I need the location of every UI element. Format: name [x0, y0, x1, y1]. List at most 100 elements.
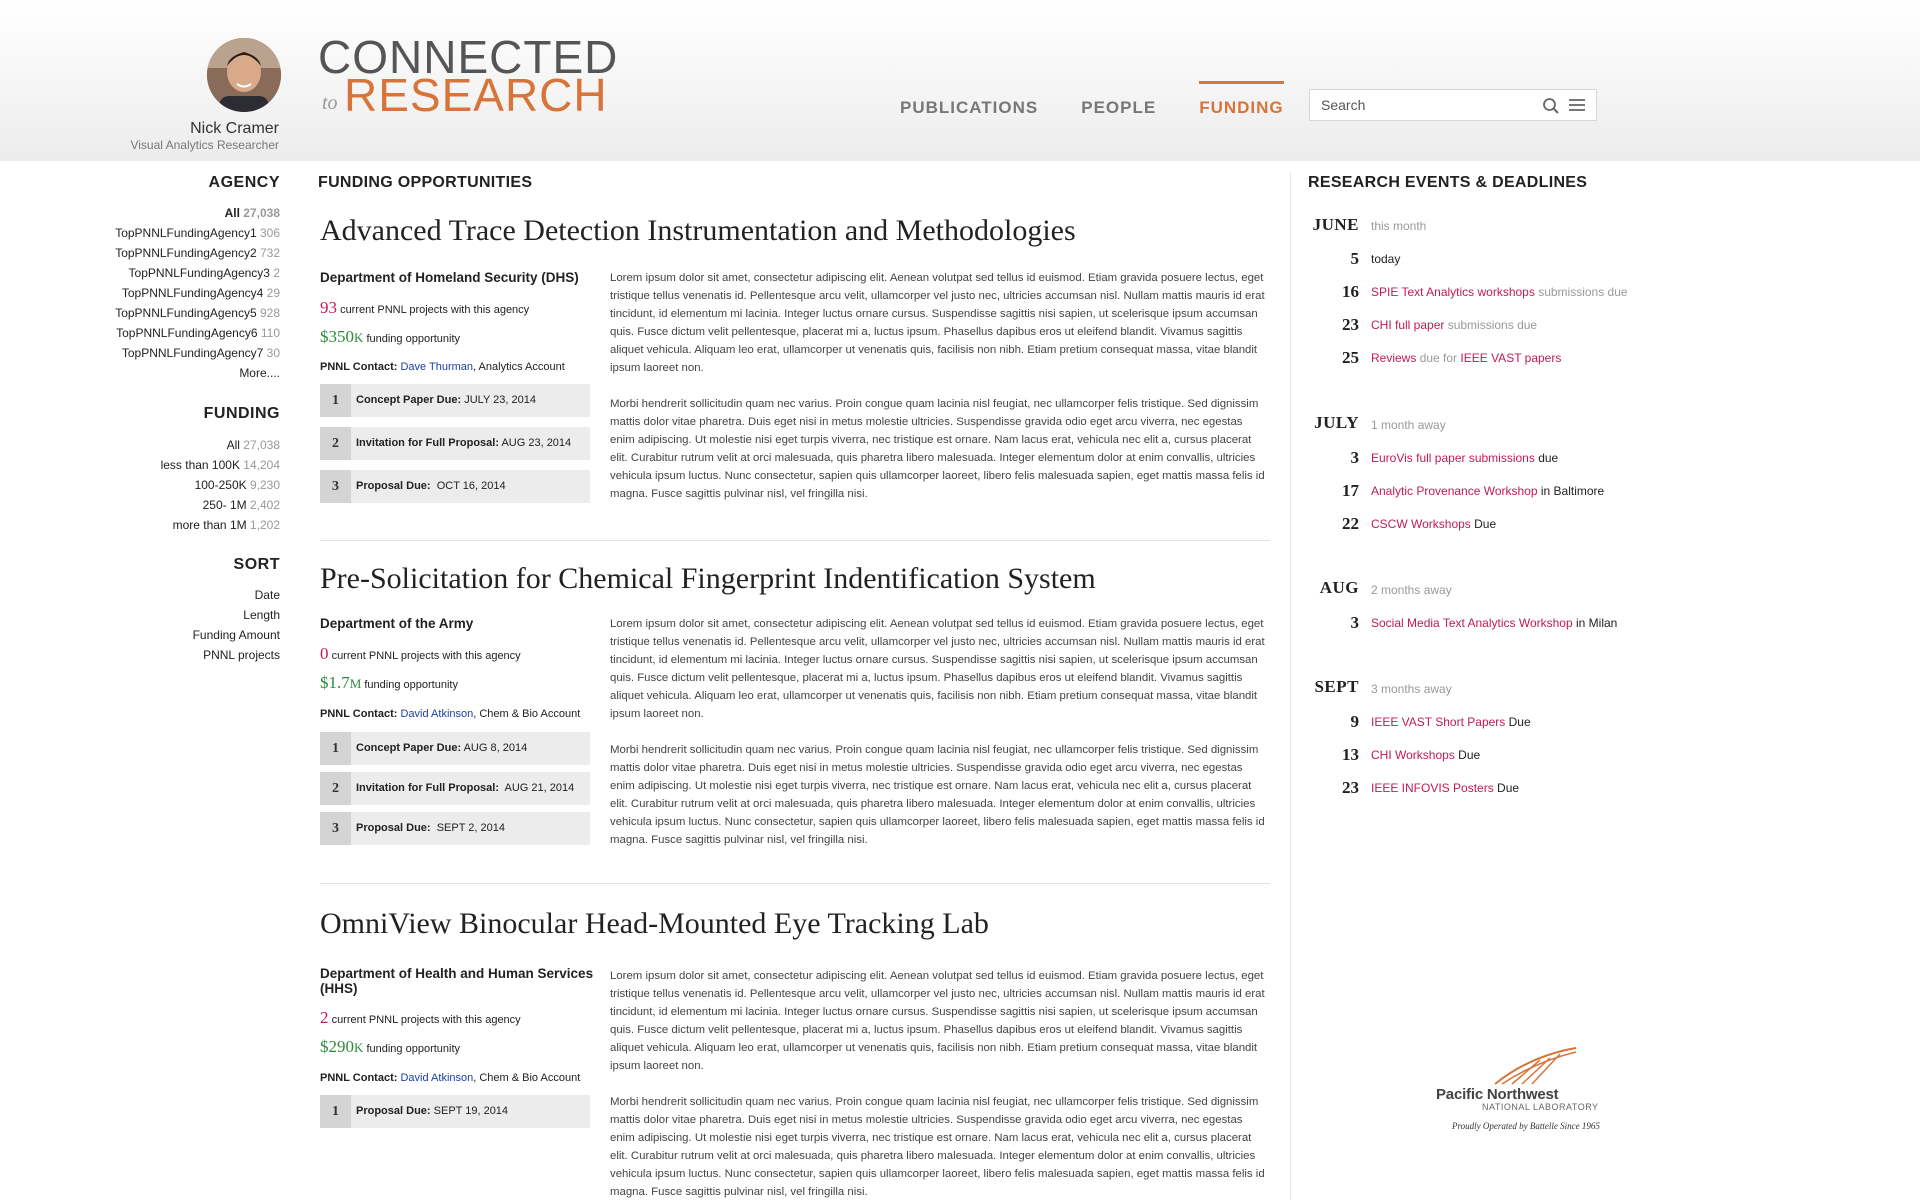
event-item[interactable]: CSCW Workshops Due: [1371, 517, 1496, 531]
contact-link[interactable]: Dave Thurman: [400, 361, 473, 373]
event-item[interactable]: EuroVis full paper submissions due: [1371, 451, 1558, 465]
opportunity-title[interactable]: OmniView Binocular Head-Mounted Eye Trac…: [320, 907, 989, 941]
month-relative: 2 months away: [1371, 583, 1452, 597]
event-item[interactable]: CHI full paper submissions due: [1371, 318, 1537, 332]
event-day: 13: [1342, 745, 1359, 764]
month-label: JULY: [1314, 413, 1359, 432]
funding-opportunities-heading: FUNDING OPPORTUNITIES: [318, 174, 533, 191]
column-divider: [1290, 173, 1291, 1200]
nav-publications[interactable]: PUBLICATIONS: [900, 96, 1038, 118]
agency-filter-item[interactable]: TopPNNLFundingAgency6 110: [116, 326, 280, 340]
opportunity-description: Morbi hendrerit sollicitudin quam nec va…: [610, 1096, 1265, 1198]
month-label: AUG: [1319, 578, 1359, 597]
search-icon[interactable]: [1542, 97, 1560, 120]
search-input[interactable]: [1319, 96, 1523, 114]
agency-filter-item[interactable]: All 27,038: [225, 206, 280, 220]
opportunity-card: Advanced Trace Detection Instrumentation…: [320, 214, 1270, 534]
event-item[interactable]: SPIE Text Analytics workshops submission…: [1371, 285, 1628, 299]
deadline-step: 1 Proposal Due: SEPT 19, 2014: [320, 1095, 590, 1128]
agency-filter-item[interactable]: TopPNNLFundingAgency1 306: [115, 226, 280, 240]
month-label: SEPT: [1314, 677, 1359, 696]
pnnl-mark-icon: [1494, 1047, 1577, 1085]
menu-icon[interactable]: [1569, 98, 1585, 117]
month-relative: 1 month away: [1371, 418, 1446, 432]
pnnl-projects-stat: 93 current PNNL projects with this agenc…: [320, 298, 530, 317]
event-day: 25: [1342, 348, 1359, 367]
nav-funding[interactable]: FUNDING: [1199, 81, 1285, 118]
event-day: 23: [1342, 315, 1359, 334]
sort-heading: SORT: [233, 556, 280, 573]
agency-more-link[interactable]: More....: [239, 366, 280, 380]
pnnl-contact: PNNL Contact: David Atkinson, Chem & Bio…: [320, 1072, 581, 1084]
event-day: 22: [1342, 514, 1359, 533]
month-label: JUNE: [1312, 215, 1359, 234]
funding-amount-stat: $1.7M funding opportunity: [320, 673, 458, 692]
nav-people[interactable]: PEOPLE: [1081, 96, 1156, 118]
funding-filter-item[interactable]: more than 1M 1,202: [173, 518, 280, 532]
opportunity-card: OmniView Binocular Head-Mounted Eye Trac…: [320, 907, 1270, 1200]
funding-heading: FUNDING: [203, 405, 280, 422]
agency-filter-item[interactable]: TopPNNLFundingAgency5 928: [115, 306, 280, 320]
sort-option-pnnl-projects[interactable]: PNNL projects: [203, 648, 280, 662]
month-relative: this month: [1371, 219, 1427, 233]
event-day: 3: [1350, 448, 1360, 467]
pnnl-projects-stat: 0 current PNNL projects with this agency: [320, 644, 521, 663]
funding-filter-item[interactable]: less than 100K 14,204: [161, 458, 280, 472]
event-item[interactable]: today: [1371, 252, 1400, 266]
contact-link[interactable]: David Atkinson: [400, 708, 473, 720]
user-title: Visual Analytics Researcher: [130, 138, 279, 152]
deadline-step: 3 Proposal Due: SEPT 2, 2014: [320, 812, 590, 845]
filter-sidebar: AGENCY All 27,038 TopPNNLFundingAgency1 …: [0, 161, 280, 681]
contact-link[interactable]: David Atkinson: [400, 1072, 473, 1084]
logo-to: to: [322, 92, 338, 114]
event-day: 17: [1342, 481, 1359, 500]
month-relative: 3 months away: [1371, 682, 1452, 696]
opportunity-title[interactable]: Pre-Solicitation for Chemical Fingerprin…: [320, 562, 1096, 596]
event-item[interactable]: IEEE INFOVIS Posters Due: [1371, 781, 1519, 795]
event-day: 16: [1342, 282, 1359, 301]
site-logo[interactable]: CONNECTED to RESEARCH: [318, 34, 617, 118]
sort-option-funding-amount[interactable]: Funding Amount: [193, 628, 280, 642]
opportunity-description: Lorem ipsum dolor sit amet, consectetur …: [610, 618, 1265, 720]
deadline-step: 2 Invitation for Full Proposal: AUG 21, 2…: [320, 772, 590, 805]
opportunity-title[interactable]: Advanced Trace Detection Instrumentation…: [320, 214, 1076, 248]
agency-filter-item[interactable]: TopPNNLFundingAgency4 29: [122, 286, 280, 300]
pnnl-subtitle: NATIONAL LABORATORY: [1482, 1102, 1599, 1112]
funding-amount-stat: $350K funding opportunity: [320, 327, 461, 346]
event-item[interactable]: Reviews due for IEEE VAST papers: [1371, 351, 1561, 365]
event-item[interactable]: Social Media Text Analytics Workshop in …: [1371, 616, 1617, 630]
funding-amount-stat: $290K funding opportunity: [320, 1037, 461, 1056]
divider: [320, 540, 1270, 541]
funding-filter-item[interactable]: All 27,038: [227, 438, 280, 452]
event-day: 3: [1350, 613, 1360, 632]
pnnl-contact: PNNL Contact: Dave Thurman, Analytics Ac…: [320, 361, 565, 373]
funding-filter-item[interactable]: 100-250K 9,230: [195, 478, 280, 492]
event-day: 9: [1350, 712, 1360, 731]
event-item[interactable]: Analytic Provenance Workshop in Baltimor…: [1371, 484, 1604, 498]
avatar[interactable]: [207, 38, 281, 112]
opportunity-agency: Department of the Army: [320, 616, 474, 631]
search-box: [1309, 89, 1597, 121]
main-nav: PUBLICATIONS PEOPLE FUNDING: [900, 81, 1285, 118]
divider: [320, 883, 1270, 884]
sort-option-length[interactable]: Length: [243, 608, 280, 622]
funding-filter-item[interactable]: 250- 1M 2,402: [203, 498, 280, 512]
opportunity-description: Lorem ipsum dolor sit amet, consectetur …: [610, 970, 1265, 1072]
pnnl-operated: Proudly Operated by Battelle Since 1965: [1452, 1121, 1600, 1131]
agency-filter-item[interactable]: TopPNNLFundingAgency3 2: [129, 266, 280, 280]
deadline-step: 2 Invitation for Full Proposal: AUG 23, 2…: [320, 427, 590, 460]
opportunity-agency: Department of Homeland Security (DHS): [320, 270, 579, 285]
pnnl-contact: PNNL Contact: David Atkinson, Chem & Bio…: [320, 708, 581, 720]
opportunity-description: Lorem ipsum dolor sit amet, consectetur …: [610, 272, 1265, 374]
deadline-step: 1 Concept Paper Due: AUG 8, 2014: [320, 732, 590, 765]
opportunity-description: Morbi hendrerit sollicitudin quam nec va…: [610, 398, 1265, 500]
agency-filter-item[interactable]: TopPNNLFundingAgency7 30: [122, 346, 280, 360]
event-item[interactable]: CHI Workshops Due: [1371, 748, 1480, 762]
agency-filter-item[interactable]: TopPNNLFundingAgency2 732: [115, 246, 280, 260]
pnnl-name: Pacific Northwest: [1436, 1086, 1559, 1103]
pnnl-logo[interactable]: Pacific Northwest NATIONAL LABORATORY Pr…: [1430, 1046, 1610, 1136]
deadline-step: 1 Concept Paper Due: JULY 23, 2014: [320, 384, 590, 417]
events-heading: RESEARCH EVENTS & DEADLINES: [1308, 174, 1588, 191]
event-item[interactable]: IEEE VAST Short Papers Due: [1371, 715, 1531, 729]
sort-option-date[interactable]: Date: [255, 588, 280, 602]
